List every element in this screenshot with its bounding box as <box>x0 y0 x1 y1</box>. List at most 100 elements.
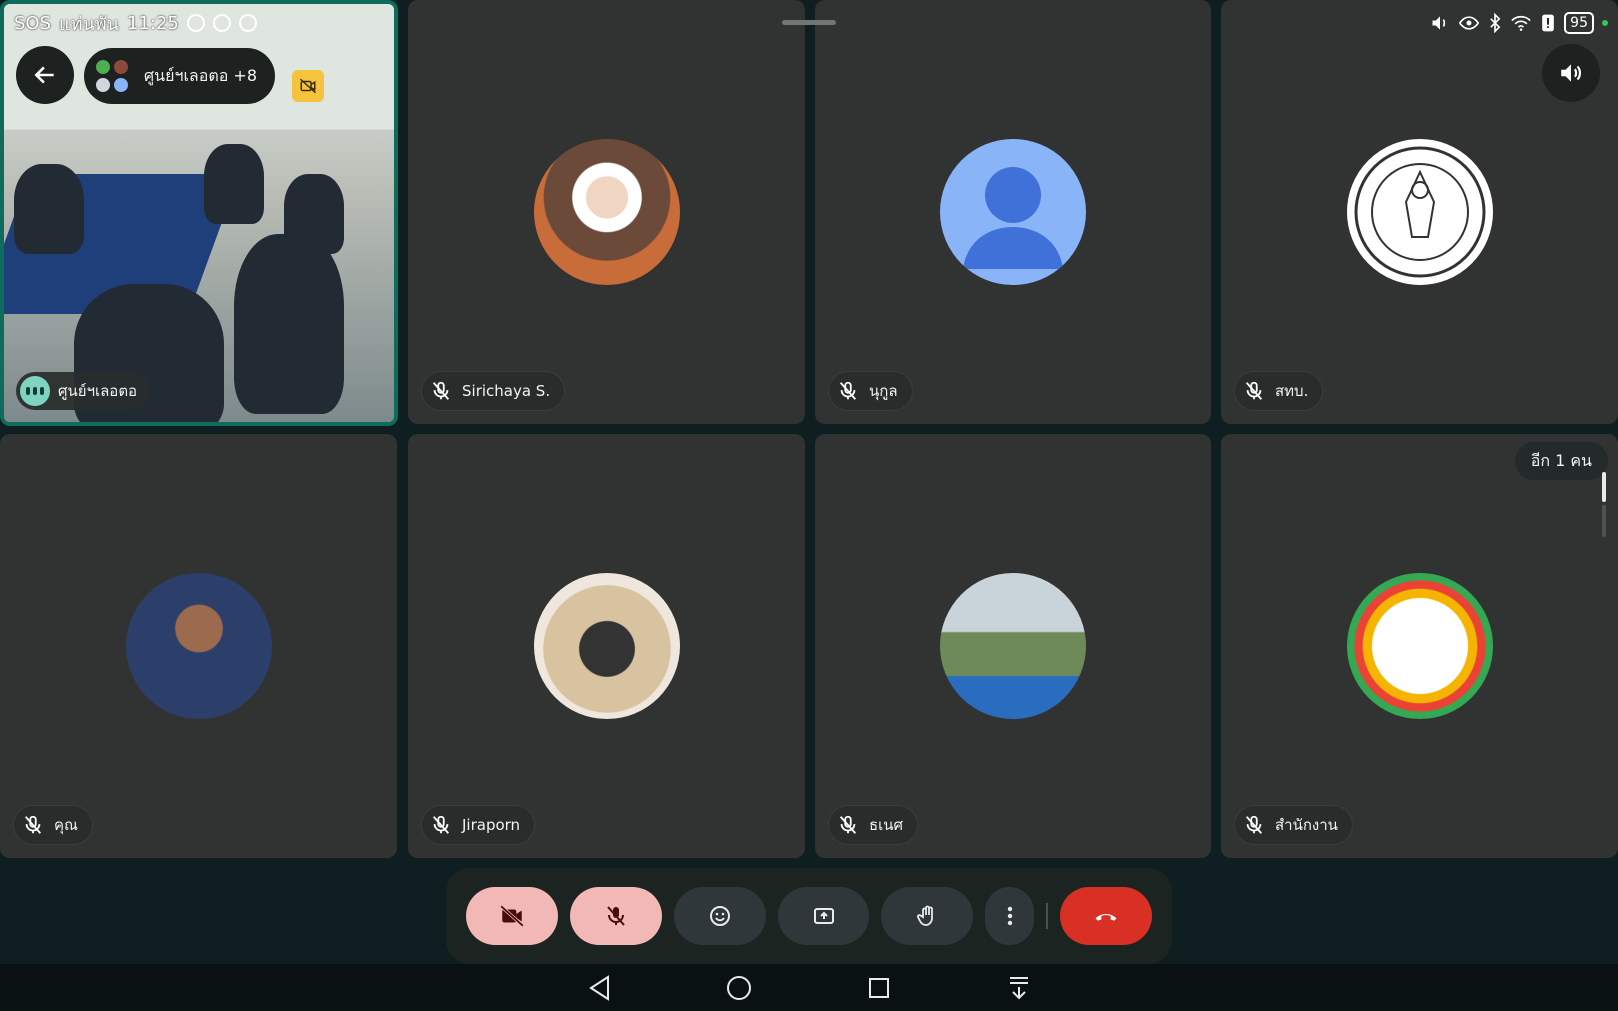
mic-off-icon <box>607 906 625 926</box>
speaking-indicator-icon <box>20 376 50 406</box>
featured-video-tile[interactable]: ศูนย์ฯเลอตอ +8 ศูนย์ฯเลอตอ <box>0 0 398 426</box>
more-options-button[interactable] <box>985 887 1035 945</box>
more-vert-icon <box>1007 906 1012 926</box>
battery-charging-dot <box>1602 20 1608 26</box>
avatar <box>533 573 680 719</box>
reactions-button[interactable] <box>673 887 766 945</box>
mic-off-icon <box>835 812 861 838</box>
seal-icon <box>1354 146 1485 278</box>
meet-call-screen: SOS แท่นพัน 11:25 95 ศูนย์ฯเลอตอ +8 ศูนย… <box>0 0 1618 1011</box>
featured-name: ศูนย์ฯเลอตอ <box>58 382 138 400</box>
participant-name-chip: สำนักงาน <box>1235 806 1352 844</box>
square-recents-icon <box>869 977 889 998</box>
notification-icon <box>186 14 205 32</box>
department-seal-avatar <box>1346 139 1493 285</box>
arrow-left-icon <box>34 66 54 84</box>
operator-label: แท่นพัน <box>59 13 119 35</box>
sound-icon <box>1432 16 1446 30</box>
back-button[interactable] <box>16 46 74 104</box>
carrier-label: SOS <box>14 12 52 34</box>
bluetooth-icon <box>1490 13 1501 33</box>
camera-off-warning[interactable] <box>292 70 324 102</box>
status-bar-left: SOS แท่นพัน 11:25 <box>14 10 257 36</box>
participant-name-chip: Jiraporn <box>422 806 535 844</box>
person-shape <box>284 174 344 254</box>
camera-toggle-button[interactable] <box>466 887 558 945</box>
end-call-button[interactable] <box>1060 887 1152 945</box>
person-shape <box>204 144 264 224</box>
featured-name-chip: ศูนย์ฯเลอตอ <box>16 372 152 410</box>
participant-name: สำนักงาน <box>1275 816 1338 834</box>
hand-icon <box>917 905 934 926</box>
mic-off-icon <box>1241 812 1267 838</box>
participant-name-chip: ธเนศ <box>829 806 918 844</box>
video-off-icon <box>299 78 317 94</box>
system-navigation-bar <box>0 964 1618 1011</box>
mic-off-icon <box>20 812 46 838</box>
participant-avatars <box>92 56 132 96</box>
drag-handle[interactable] <box>782 20 836 25</box>
participant-tile[interactable]: คุณ <box>0 434 397 858</box>
mic-toggle-button[interactable] <box>569 887 662 945</box>
participant-name-chip: Sirichaya S. <box>422 372 565 410</box>
wifi-icon <box>1511 15 1531 31</box>
controls-divider <box>1046 903 1049 929</box>
avatar <box>533 139 680 285</box>
participant-name-chip: คุณ <box>14 806 92 844</box>
nav-recents-button[interactable] <box>863 972 895 1004</box>
participant-name: นุกูล <box>869 382 898 400</box>
avatar <box>112 76 130 94</box>
nav-back-button[interactable] <box>583 972 615 1004</box>
avatar <box>940 573 1086 719</box>
mic-off-icon <box>428 378 454 404</box>
audio-output-button[interactable] <box>1542 44 1600 102</box>
clock: 11:25 <box>126 12 179 34</box>
nav-home-button[interactable] <box>723 972 755 1004</box>
call-end-icon <box>1095 913 1117 921</box>
participant-name: สทบ. <box>1275 382 1309 400</box>
messenger-icon <box>212 14 231 32</box>
instagram-icon <box>238 14 257 32</box>
participant-tile[interactable]: นุกูล <box>815 0 1211 424</box>
person-shape <box>14 164 84 254</box>
avatar <box>1346 573 1493 719</box>
room-label: ศูนย์ฯเลอตอ +8 <box>144 65 258 85</box>
raise-hand-button[interactable] <box>881 887 974 945</box>
person-shape <box>234 234 344 414</box>
person-icon <box>963 167 1063 269</box>
emoji-icon <box>709 906 730 926</box>
participant-name: Sirichaya S. <box>462 382 551 400</box>
participant-name-chip: สทบ. <box>1235 372 1323 410</box>
circle-home-icon <box>727 975 751 1000</box>
participant-name-chip: นุกูล <box>829 372 912 410</box>
present-screen-button[interactable] <box>777 887 870 945</box>
participant-name: คุณ <box>54 816 78 834</box>
avatar <box>125 573 272 719</box>
battery-level: 95 <box>1564 12 1594 34</box>
mic-off-icon <box>1241 378 1267 404</box>
mic-off-icon <box>428 812 454 838</box>
participant-tile[interactable]: Jiraporn <box>408 434 805 858</box>
participant-tile[interactable]: สำนักงาน <box>1221 434 1618 858</box>
participant-name: ธเนศ <box>869 816 904 834</box>
mic-off-icon <box>835 378 861 404</box>
nav-notifications-button[interactable] <box>1003 972 1035 1004</box>
scrollbar-thumb[interactable] <box>1602 472 1606 502</box>
more-people-chip[interactable]: อีก 1 คน <box>1514 442 1608 480</box>
participant-tile[interactable]: Sirichaya S. <box>408 0 805 424</box>
avatar <box>94 76 112 94</box>
alert-icon <box>1542 14 1555 32</box>
present-screen-icon <box>813 908 834 924</box>
pull-down-icon <box>1010 976 1028 999</box>
default-avatar <box>940 139 1086 285</box>
participant-name: Jiraporn <box>462 816 521 834</box>
avatar <box>94 58 112 76</box>
status-bar-right: 95 <box>1430 10 1608 36</box>
call-controls-bar <box>446 868 1172 964</box>
video-off-icon <box>500 905 524 927</box>
participant-tile[interactable]: ธเนศ <box>815 434 1211 858</box>
participants-chip[interactable]: ศูนย์ฯเลอตอ +8 <box>84 48 276 104</box>
avatar <box>112 58 130 76</box>
eye-icon <box>1459 16 1480 30</box>
scrollbar-track[interactable] <box>1602 505 1606 537</box>
